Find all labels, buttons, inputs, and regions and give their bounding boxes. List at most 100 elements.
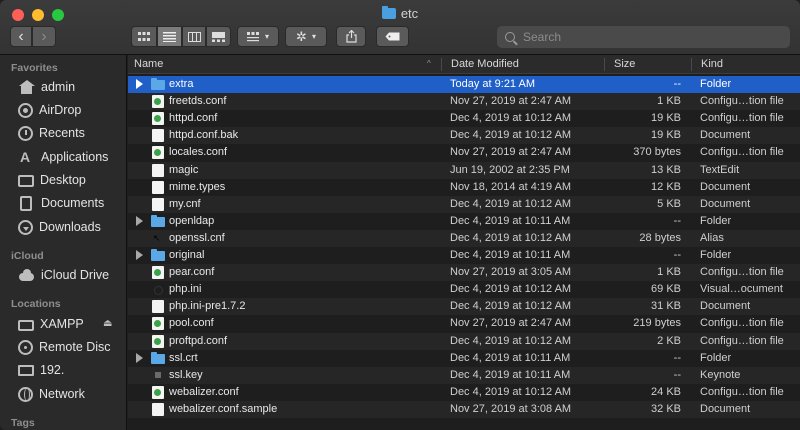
file-kind: Folder	[700, 78, 732, 90]
file-date-modified: Dec 4, 2019 at 10:12 AM	[450, 283, 572, 296]
back-button[interactable]: ‹	[10, 26, 32, 47]
config-file-icon	[152, 334, 164, 348]
sidebar-item-applications[interactable]: Applications	[18, 147, 108, 167]
disclosure-triangle-icon[interactable]	[136, 79, 143, 89]
file-date-modified: Nov 27, 2019 at 2:47 AM	[450, 317, 572, 330]
sidebar-item-xampp[interactable]: XAMPP	[18, 314, 84, 334]
column-divider[interactable]	[441, 58, 442, 71]
action-button[interactable]: ✲ ▾	[285, 26, 327, 47]
search-field[interactable]: Search	[497, 26, 790, 48]
column-header-size[interactable]: Size	[614, 58, 635, 70]
file-date-modified: Dec 4, 2019 at 10:12 AM	[450, 385, 572, 398]
column-view-button[interactable]	[182, 26, 206, 47]
file-row[interactable]: magic Jun 19, 2002 at 2:35 PM 13 KB TextEdi…	[128, 161, 800, 179]
chevron-down-icon: ▾	[264, 32, 269, 41]
file-name: proftpd.conf	[169, 334, 228, 347]
group-icon	[246, 31, 259, 41]
folder-icon	[381, 6, 396, 19]
file-kind: Configu…tion file	[700, 266, 784, 279]
file-date-modified: Nov 27, 2019 at 3:05 AM	[450, 266, 572, 279]
file-date-modified: Today at 9:21 AM	[450, 78, 535, 90]
document-icon	[152, 300, 164, 314]
sidebar-item-label: 192.	[40, 363, 65, 377]
file-kind: Document	[700, 402, 751, 415]
sidebar-item-label: Desktop	[40, 173, 86, 187]
file-row[interactable]: my.cnf Dec 4, 2019 at 10:12 AM 5 KB Documen…	[128, 195, 800, 213]
gallery-view-button[interactable]	[206, 26, 231, 47]
group-by-button[interactable]: ▾	[237, 26, 279, 47]
icon-view-button[interactable]	[131, 26, 157, 47]
disclosure-triangle-icon[interactable]	[136, 352, 143, 363]
file-row[interactable]: webalizer.conf.sample Nov 27, 2019 at 3:0…	[128, 400, 800, 418]
file-name: magic	[169, 163, 199, 176]
file-row[interactable]: pool.conf Nov 27, 2019 at 2:47 AM 219 byte…	[128, 315, 800, 332]
chevron-down-icon: ▾	[311, 32, 316, 41]
file-name: original	[169, 249, 205, 261]
sidebar-item-downloads[interactable]: Downloads	[18, 217, 101, 237]
file-row[interactable]: php.ini-pre1.7.2 Dec 4, 2019 at 10:12 AM 3…	[128, 298, 800, 316]
sidebar-item-recents[interactable]: Recents	[18, 123, 85, 143]
column-header-kind[interactable]: Kind	[701, 58, 723, 70]
eject-icon[interactable]: ⏏	[103, 318, 112, 329]
file-row[interactable]: locales.conf Nov 27, 2019 at 2:47 AM 370 b…	[128, 144, 800, 161]
file-row[interactable]: openldap Dec 4, 2019 at 10:11 AM -- Folder	[128, 213, 800, 230]
network-icon	[18, 386, 33, 402]
disclosure-triangle-icon[interactable]	[136, 215, 143, 226]
file-row[interactable]: httpd.conf.bak Dec 4, 2019 at 10:12 AM 19 …	[128, 127, 800, 145]
document-icon	[152, 197, 164, 211]
file-row[interactable]: extra Today at 9:21 AM -- Folder	[128, 76, 800, 93]
file-size: --	[673, 368, 681, 381]
forward-button[interactable]: ›	[32, 26, 56, 47]
file-date-modified: Dec 4, 2019 at 10:12 AM	[450, 129, 572, 142]
column-divider[interactable]	[691, 58, 692, 71]
file-date-modified: Dec 4, 2019 at 10:12 AM	[450, 112, 572, 125]
sidebar-item-network-host[interactable]: 192.	[18, 360, 64, 380]
file-row[interactable]: ssl.crt Dec 4, 2019 at 10:11 AM -- Folder	[128, 350, 800, 367]
sidebar-item-airdrop[interactable]: AirDrop	[18, 100, 81, 120]
file-row[interactable]: freetds.conf Nov 27, 2019 at 2:47 AM 1 KB C…	[128, 93, 800, 111]
file-kind: Folder	[700, 214, 732, 227]
share-button[interactable]	[336, 26, 366, 47]
documents-icon	[20, 195, 32, 211]
file-date-modified: Jun 19, 2002 at 2:35 PM	[450, 163, 570, 176]
file-name: webalizer.conf.sample	[169, 402, 278, 415]
sidebar-item-remote-disc[interactable]: Remote Disc	[18, 337, 111, 357]
column-header-date[interactable]: Date Modified	[451, 58, 519, 70]
file-size: 28 bytes	[639, 231, 681, 244]
column-header-name[interactable]: Name	[134, 58, 163, 70]
sidebar-item-icloud-drive[interactable]: iCloud Drive	[18, 265, 109, 285]
folder-icon	[151, 214, 165, 227]
file-kind: Configu…tion file	[700, 95, 784, 108]
document-icon	[152, 163, 164, 177]
tag-button[interactable]	[376, 26, 409, 47]
file-date-modified: Nov 27, 2019 at 3:08 AM	[450, 402, 572, 415]
file-row[interactable]: mime.types Nov 18, 2014 at 4:19 AM 12 KB Do…	[128, 179, 800, 196]
file-size: 31 KB	[651, 300, 681, 313]
window-title: etc	[0, 6, 800, 21]
sidebar-item-label: iCloud Drive	[41, 268, 110, 282]
disclosure-triangle-icon[interactable]	[136, 250, 143, 260]
column-divider[interactable]	[604, 58, 605, 71]
sidebar-item-network[interactable]: Network	[18, 384, 85, 404]
file-row[interactable]: openssl.cnf Dec 4, 2019 at 10:12 AM 28 byt…	[128, 229, 800, 247]
sort-ascending-icon: ^	[427, 59, 431, 68]
sidebar-item-label: Remote Disc	[39, 340, 111, 354]
file-row[interactable]: webalizer.conf Dec 4, 2019 at 10:12 AM 24 …	[128, 384, 800, 401]
file-row[interactable]: original Dec 4, 2019 at 10:11 AM -- Folder	[128, 247, 800, 264]
file-row[interactable]: pear.conf Nov 27, 2019 at 3:05 AM 1 KB Conf…	[128, 264, 800, 282]
file-row[interactable]: proftpd.conf Dec 4, 2019 at 10:12 AM 2 KB C…	[128, 332, 800, 350]
list-view-icon	[163, 31, 176, 42]
config-file-icon	[152, 112, 164, 126]
file-kind: Folder	[700, 249, 732, 261]
file-row[interactable]: ssl.key Dec 4, 2019 at 10:11 AM -- Keynote	[128, 366, 800, 384]
document-icon	[152, 180, 164, 194]
file-date-modified: Dec 4, 2019 at 10:12 AM	[450, 300, 572, 313]
sidebar-item-desktop[interactable]: Desktop	[18, 170, 86, 190]
file-row[interactable]: php.ini Dec 4, 2019 at 10:12 AM 69 KB Visua…	[128, 281, 800, 298]
sidebar-item-documents[interactable]: Documents	[18, 193, 104, 213]
sidebar-item-admin[interactable]: admin	[18, 77, 75, 97]
list-view-button[interactable]	[157, 26, 182, 47]
file-date-modified: Dec 4, 2019 at 10:12 AM	[450, 334, 572, 347]
file-name: httpd.conf	[169, 112, 218, 125]
file-row[interactable]: httpd.conf Dec 4, 2019 at 10:12 AM 19 KB Co…	[128, 110, 800, 127]
